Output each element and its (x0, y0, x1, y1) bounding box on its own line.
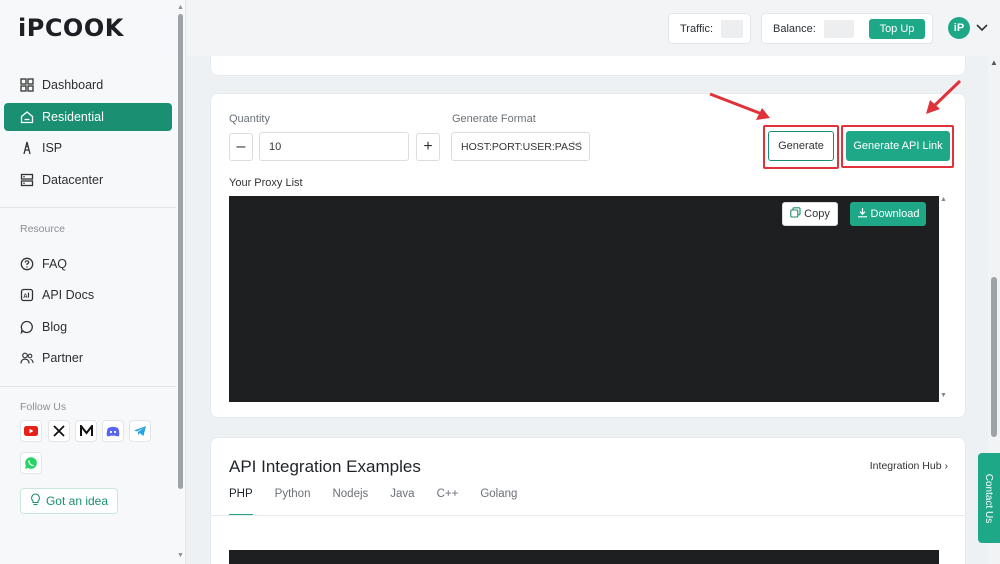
x-twitter-icon[interactable] (48, 420, 70, 442)
sidebar-scroll-thumb[interactable] (178, 14, 183, 489)
got-an-idea-button[interactable]: Got an idea (20, 488, 118, 514)
sidebar-item-label: Partner (42, 351, 83, 365)
medium-icon[interactable] (75, 420, 97, 442)
sidebar-item-label: FAQ (42, 257, 68, 271)
tab-cpp[interactable]: C++ (437, 488, 459, 516)
sidebar-item-label: API Docs (42, 288, 95, 302)
whatsapp-icon[interactable] (20, 452, 42, 474)
tab-golang[interactable]: Golang (480, 488, 517, 516)
sidebar-item-label: Blog (42, 320, 68, 334)
traffic-indicator: Traffic: (668, 13, 751, 44)
sidebar-item-isp[interactable]: ISP (4, 134, 172, 162)
chevron-down-icon (572, 139, 581, 150)
download-label: Download (870, 208, 920, 220)
svg-text:A: A (23, 294, 28, 300)
top-up-button[interactable]: Top Up (869, 19, 925, 39)
increment-button[interactable]: + (416, 133, 440, 161)
download-icon (857, 207, 868, 221)
api-integration-title: API Integration Examples (229, 457, 421, 476)
discord-icon[interactable] (102, 420, 124, 442)
sidebar-item-label: Dashboard (42, 78, 104, 92)
grid-icon (20, 78, 34, 92)
sidebar-item-label: ISP (42, 141, 63, 155)
scroll-down-icon[interactable]: ▼ (177, 552, 184, 559)
avatar[interactable]: iP (948, 17, 970, 39)
sidebar-divider (0, 386, 176, 387)
sidebar-divider (0, 207, 176, 208)
scroll-up-icon[interactable]: ▲ (177, 4, 184, 11)
copy-icon (790, 207, 801, 221)
sidebar: iPCOOK Dashboard Residential ISP Datacen… (0, 0, 186, 564)
quantity-label: Quantity (229, 113, 270, 125)
generate-format-label: Generate Format (452, 113, 536, 125)
logo[interactable]: iPCOOK (18, 14, 124, 42)
telegram-icon[interactable] (129, 420, 151, 442)
contact-us-tab[interactable]: Contact Us (978, 453, 1000, 543)
scroll-down-icon[interactable]: ▼ (940, 392, 947, 399)
sidebar-item-residential[interactable]: Residential (4, 103, 172, 131)
home-icon (20, 110, 34, 124)
lightbulb-icon (30, 493, 41, 509)
tab-python[interactable]: Python (275, 488, 311, 516)
sidebar-item-partner[interactable]: Partner (4, 344, 172, 372)
tab-nodejs[interactable]: Nodejs (332, 488, 368, 516)
api-icon: A (20, 288, 34, 302)
scroll-up-icon[interactable]: ▲ (940, 196, 947, 203)
previous-card-bottom (210, 56, 966, 76)
sidebar-item-faq[interactable]: FAQ (4, 250, 172, 278)
top-bar: Traffic: Balance: Top Up iP (187, 0, 1000, 56)
sidebar-item-api-docs[interactable]: A API Docs (4, 281, 172, 309)
sidebar-item-dashboard[interactable]: Dashboard (4, 71, 172, 99)
format-select[interactable]: HOST:PORT:USER:PASS (451, 132, 590, 161)
traffic-label: Traffic: (680, 22, 714, 35)
format-value: HOST:PORT:USER:PASS (461, 140, 582, 153)
copy-label: Copy (804, 208, 830, 220)
code-example-block[interactable] (229, 550, 939, 564)
tower-icon (20, 141, 34, 155)
decrement-button[interactable]: – (229, 133, 253, 161)
proxy-list-label: Your Proxy List (229, 177, 303, 189)
sidebar-item-datacenter[interactable]: Datacenter (4, 166, 172, 194)
follow-us-heading: Follow Us (20, 401, 67, 413)
resource-heading: Resource (20, 223, 65, 235)
people-icon (20, 351, 34, 365)
proxy-list-output[interactable]: Copy Download (229, 196, 939, 402)
api-integration-card: API Integration Examples Integration Hub… (210, 437, 966, 564)
sidebar-item-label: Residential (42, 110, 104, 124)
sidebar-scrollbar[interactable]: ▲ ▼ (176, 4, 184, 560)
youtube-icon[interactable] (20, 420, 42, 442)
highlight-box (763, 125, 839, 169)
sidebar-item-blog[interactable]: Blog (4, 313, 172, 341)
tab-java[interactable]: Java (390, 488, 414, 516)
server-icon (20, 173, 34, 187)
copy-button[interactable]: Copy (782, 202, 838, 226)
scroll-up-icon[interactable]: ▲ (990, 58, 998, 67)
tab-divider (211, 515, 966, 516)
integration-hub-link[interactable]: Integration Hub › (870, 460, 948, 472)
proxy-generator-card: Quantity – + Generate Format HOST:PORT:U… (210, 93, 966, 418)
chat-icon (20, 320, 34, 334)
highlight-box (841, 125, 954, 168)
language-tabs: PHP Python Nodejs Java C++ Golang (229, 488, 539, 516)
balance-label: Balance: (773, 22, 816, 35)
main-scroll-thumb[interactable] (991, 277, 997, 437)
balance-value-redacted (823, 19, 854, 38)
proxy-list-scrollbar[interactable]: ▲ ▼ (939, 196, 949, 402)
traffic-value-redacted (721, 19, 744, 38)
got-an-idea-label: Got an idea (45, 494, 109, 508)
annotation-arrow-icon (926, 79, 962, 114)
chevron-down-icon[interactable] (976, 20, 988, 35)
tab-php[interactable]: PHP (229, 488, 253, 516)
sidebar-item-label: Datacenter (42, 173, 104, 187)
quantity-input[interactable] (259, 132, 409, 161)
balance-indicator: Balance: Top Up (761, 13, 933, 44)
annotation-arrow-icon (709, 92, 770, 120)
download-button[interactable]: Download (850, 202, 926, 226)
question-icon (20, 257, 34, 271)
